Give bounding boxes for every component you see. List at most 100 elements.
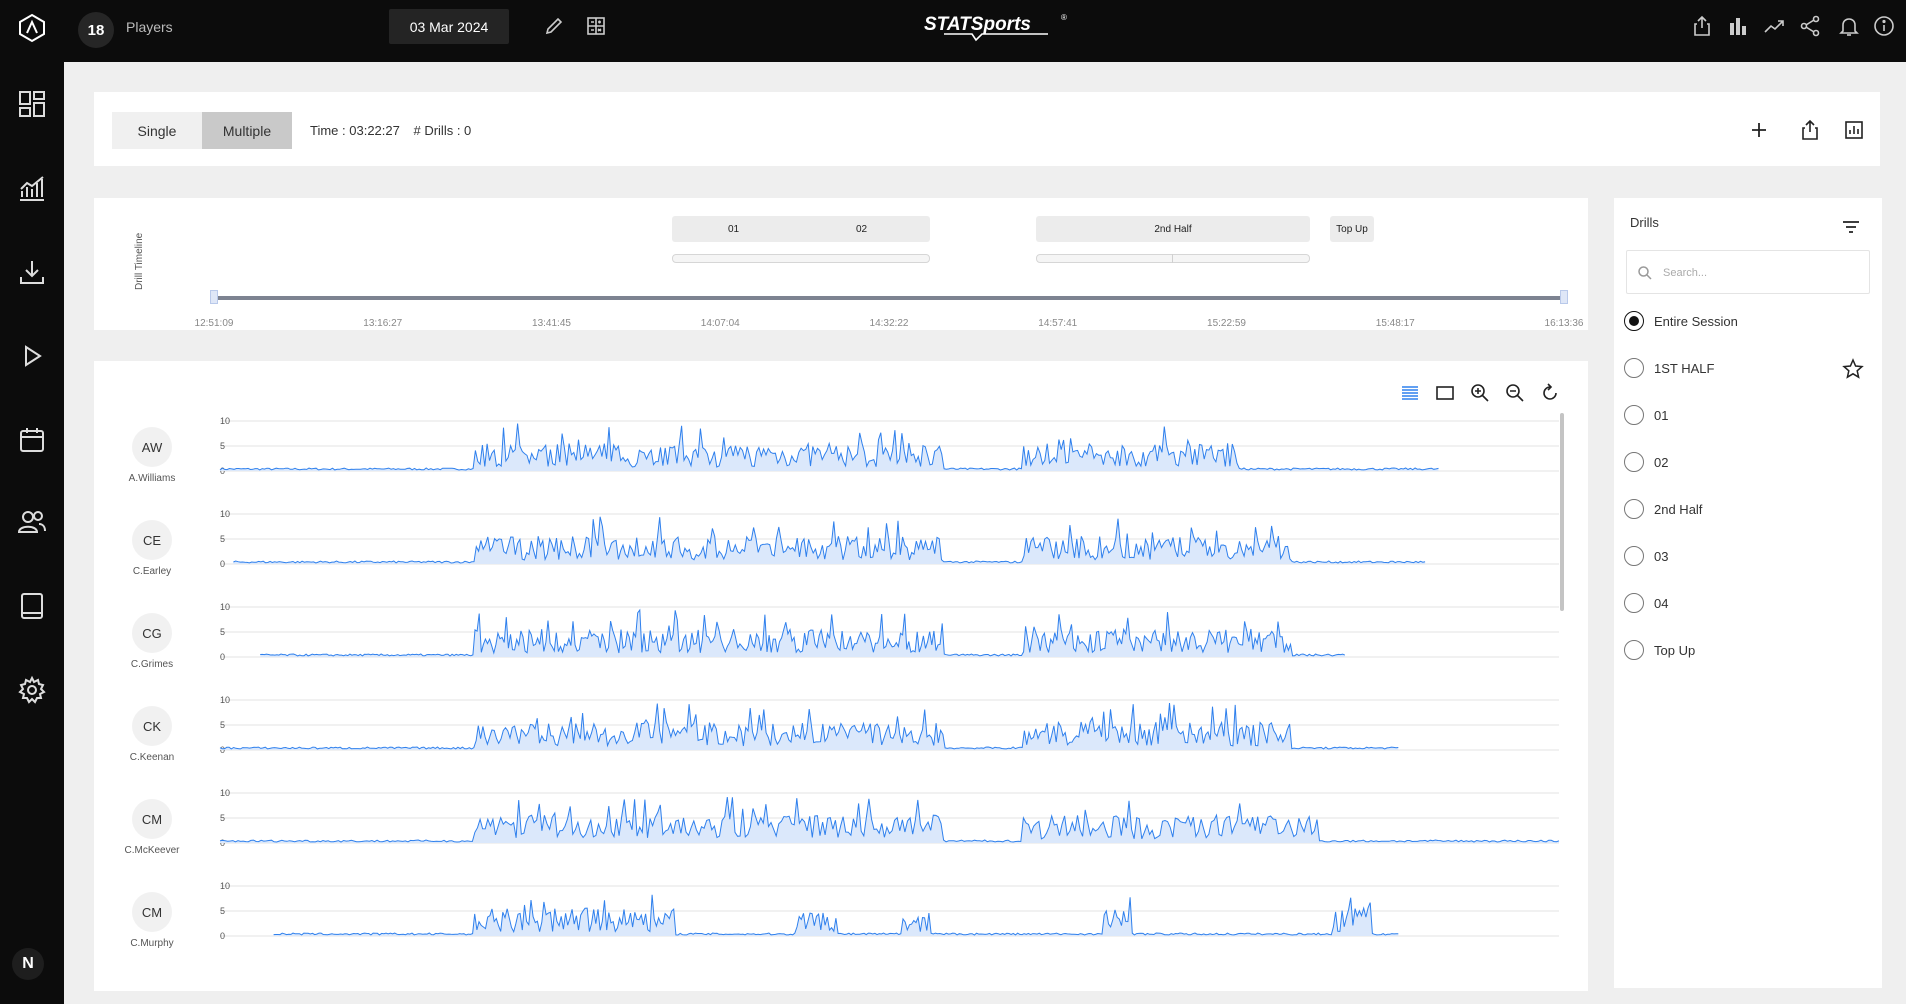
- player-name[interactable]: C.Murphy: [94, 938, 210, 949]
- player-name[interactable]: C.Grimes: [94, 659, 210, 670]
- drill-option[interactable]: 01: [1624, 401, 1874, 429]
- y-tick-label: 10: [220, 416, 230, 426]
- y-tick-label: 0: [220, 559, 225, 569]
- timeline-tick-label: 14:57:41: [1038, 318, 1078, 329]
- logo-registered-mark: ®: [1061, 13, 1067, 22]
- timeline-tick-label: 13:41:45: [532, 318, 571, 329]
- drill-option[interactable]: 1ST HALF: [1624, 354, 1874, 382]
- calculator-icon[interactable]: [582, 12, 610, 40]
- drill-option-label: 04: [1654, 595, 1669, 611]
- drill-radio[interactable]: [1624, 640, 1644, 660]
- drill-radio[interactable]: [1624, 499, 1644, 519]
- players-label[interactable]: Players: [126, 19, 173, 35]
- drills-title: Drills: [1630, 215, 1659, 230]
- player-count-badge[interactable]: 18: [78, 12, 114, 48]
- drill-search: [1626, 250, 1870, 294]
- favorite-star-icon[interactable]: [1840, 356, 1866, 382]
- drill-radio[interactable]: [1624, 358, 1644, 378]
- timeline-drill-block-2nd-half[interactable]: 2nd Half: [1036, 216, 1310, 242]
- player-name[interactable]: C.Keenan: [94, 752, 210, 763]
- player-load-area: [233, 516, 1426, 564]
- download-icon[interactable]: [12, 252, 52, 292]
- player-avatar[interactable]: CM: [132, 892, 172, 932]
- timeline-tick-label: 12:51:09: [194, 318, 234, 329]
- bar-chart-icon[interactable]: [1724, 12, 1752, 40]
- timeline-drill-block-top-up[interactable]: Top Up: [1330, 216, 1374, 242]
- timeline-end-handle[interactable]: [1560, 290, 1568, 304]
- analysis-icon[interactable]: [12, 168, 52, 208]
- player-name[interactable]: C.Earley: [94, 566, 210, 577]
- drill-timeline: Drill Timeline 01 02 2nd Half Top Up 12:…: [94, 198, 1588, 330]
- trend-icon[interactable]: [1760, 12, 1788, 40]
- logo-text: STATSports: [924, 14, 1031, 35]
- report-icon[interactable]: [1840, 116, 1868, 144]
- drill-radio[interactable]: [1624, 546, 1644, 566]
- add-drill-icon[interactable]: [1745, 116, 1773, 144]
- y-tick-label: 5: [220, 720, 225, 730]
- drill-option[interactable]: 04: [1624, 589, 1874, 617]
- drill-option[interactable]: 02: [1624, 448, 1874, 476]
- export-icon[interactable]: [1688, 12, 1716, 40]
- timeline-drill-label-02: 02: [856, 223, 868, 235]
- timeline-tick-label: 15:22:59: [1207, 318, 1246, 329]
- player-avatar[interactable]: CE: [132, 520, 172, 560]
- drills-panel: Drills Entire Session 1ST HALF 01 02 2nd Hal…: [1614, 198, 1882, 988]
- player-load-charts: 051005100510051005100510: [219, 416, 1560, 941]
- session-date-picker[interactable]: 03 Mar 2024: [389, 9, 509, 44]
- player-load-area: [220, 797, 1559, 843]
- timeline-drill-label-top-up: Top Up: [1336, 223, 1368, 235]
- user-avatar[interactable]: N: [12, 948, 44, 980]
- drill-search-input[interactable]: [1663, 261, 1863, 285]
- search-icon: [1638, 266, 1652, 280]
- bell-icon[interactable]: [1835, 12, 1863, 40]
- drill-option[interactable]: 2nd Half: [1624, 495, 1874, 523]
- drill-option[interactable]: Entire Session: [1624, 307, 1874, 335]
- player-name[interactable]: C.McKeever: [94, 845, 210, 856]
- multiple-mode-button[interactable]: Multiple: [202, 112, 292, 149]
- y-tick-label: 5: [220, 906, 225, 916]
- drill-radio[interactable]: [1624, 452, 1644, 472]
- timeline-drill-bar-01-02[interactable]: [672, 254, 930, 263]
- info-icon[interactable]: [1870, 12, 1898, 40]
- timeline-range-track[interactable]: [214, 296, 1564, 300]
- player-avatar[interactable]: CG: [132, 613, 172, 653]
- y-tick-label: 10: [220, 695, 230, 705]
- edit-icon[interactable]: [540, 12, 568, 40]
- statsports-logo: STATSports ®: [924, 13, 1067, 42]
- team-icon[interactable]: [12, 502, 52, 542]
- player-avatar[interactable]: CM: [132, 799, 172, 839]
- drill-radio[interactable]: [1624, 593, 1644, 613]
- player-name[interactable]: A.Williams: [94, 473, 210, 484]
- player-avatar[interactable]: CK: [132, 706, 172, 746]
- drill-radio[interactable]: [1624, 311, 1644, 331]
- timeline-tick-label: 15:48:17: [1375, 318, 1415, 329]
- y-tick-label: 0: [220, 652, 225, 662]
- dashboard-icon[interactable]: [12, 84, 52, 124]
- timeline-drill-bar-2nd-half[interactable]: [1036, 254, 1310, 263]
- timeline-drill-block-01-02[interactable]: 01 02: [672, 216, 930, 242]
- y-tick-label: 10: [220, 788, 230, 798]
- timeline-tick-label: 13:16:27: [363, 318, 403, 329]
- timeline-title: Drill Timeline: [134, 232, 145, 290]
- drill-radio[interactable]: [1624, 405, 1644, 425]
- calendar-icon[interactable]: [12, 420, 52, 460]
- share-icon[interactable]: [1796, 12, 1824, 40]
- drill-option[interactable]: 03: [1624, 542, 1874, 570]
- filter-icon[interactable]: [1838, 214, 1864, 240]
- timeline-tick-label: 14:32:22: [869, 318, 909, 329]
- single-mode-button[interactable]: Single: [112, 112, 202, 149]
- app-logo-icon[interactable]: [12, 8, 52, 48]
- player-load-area: [273, 894, 1399, 936]
- drill-option[interactable]: Top Up: [1624, 636, 1874, 664]
- tablet-icon[interactable]: [12, 586, 52, 626]
- chart-scrollbar[interactable]: [1560, 413, 1564, 611]
- play-icon[interactable]: [12, 336, 52, 376]
- timeline-start-handle[interactable]: [210, 290, 218, 304]
- timeline-drill-label-01: 01: [728, 223, 740, 235]
- y-tick-label: 10: [220, 602, 230, 612]
- drill-option-label: 2nd Half: [1654, 501, 1703, 517]
- settings-icon[interactable]: [12, 670, 52, 710]
- player-charts-panel: 051005100510051005100510 AWA.WilliamsCEC…: [94, 361, 1588, 991]
- player-avatar[interactable]: AW: [132, 427, 172, 467]
- export-session-icon[interactable]: [1796, 116, 1824, 144]
